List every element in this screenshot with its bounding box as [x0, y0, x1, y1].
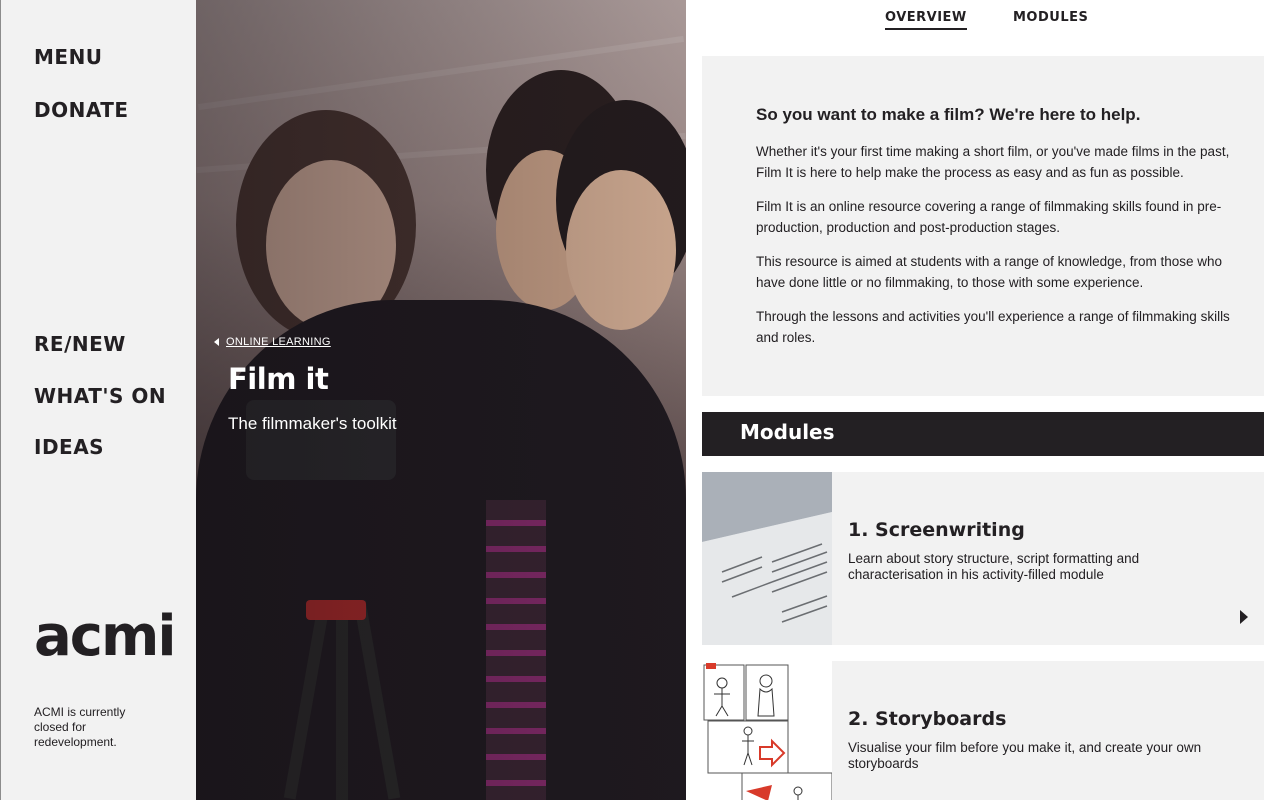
page-title: Film it: [228, 362, 329, 396]
module-title: 1. Screenwriting: [848, 519, 1025, 541]
donate-link[interactable]: DONATE: [34, 98, 129, 122]
acmi-logo[interactable]: acmi: [34, 607, 177, 667]
tab-modules[interactable]: MODULES: [1013, 10, 1088, 28]
overview-paragraph: Through the lessons and activities you'l…: [756, 309, 1230, 345]
storyboards-thumbnail: [702, 661, 832, 800]
hero-banner: ONLINE LEARNING Film it The filmmaker's …: [196, 0, 686, 800]
overview-paragraph: Whether it's your first time making a sh…: [756, 144, 1230, 180]
module-card-screenwriting[interactable]: 1. Screenwriting Learn about story struc…: [702, 472, 1264, 645]
section-tabs: OVERVIEW MODULES: [686, 0, 1280, 40]
overview-paragraph: Film It is an online resource covering a…: [756, 199, 1222, 235]
module-description: Visualise your film before you make it, …: [848, 740, 1202, 771]
nav-link-whats-on[interactable]: WHAT'S ON: [34, 384, 166, 408]
page-subtitle: The filmmaker's toolkit: [228, 414, 397, 433]
overview-panel: So you want to make a film? We're here t…: [702, 56, 1264, 396]
sidebar: MENU DONATE RE/NEW WHAT'S ON IDEAS acmi …: [0, 0, 196, 800]
nav-link-renew[interactable]: RE/NEW: [34, 332, 126, 356]
triangle-right-icon[interactable]: [1240, 610, 1248, 624]
screenwriting-thumbnail: [702, 472, 832, 645]
menu-button[interactable]: MENU: [34, 45, 103, 69]
chevron-left-icon: [214, 338, 219, 346]
modules-header: Modules: [702, 412, 1264, 456]
tab-overview[interactable]: OVERVIEW: [885, 10, 967, 30]
modules-heading: Modules: [740, 420, 835, 444]
breadcrumb-link[interactable]: ONLINE LEARNING: [226, 336, 331, 348]
overview-heading: So you want to make a film? We're here t…: [756, 105, 1141, 124]
module-description: Learn about story structure, script form…: [848, 551, 1140, 582]
breadcrumb[interactable]: ONLINE LEARNING: [214, 336, 331, 348]
closed-notice: ACMI is currently closed for redevelopme…: [34, 705, 126, 749]
module-card-storyboards[interactable]: 2. Storyboards Visualise your film befor…: [702, 661, 1264, 800]
module-title: 2. Storyboards: [848, 708, 1007, 730]
overview-paragraph: This resource is aimed at students with …: [756, 254, 1222, 290]
nav-link-ideas[interactable]: IDEAS: [34, 435, 104, 459]
